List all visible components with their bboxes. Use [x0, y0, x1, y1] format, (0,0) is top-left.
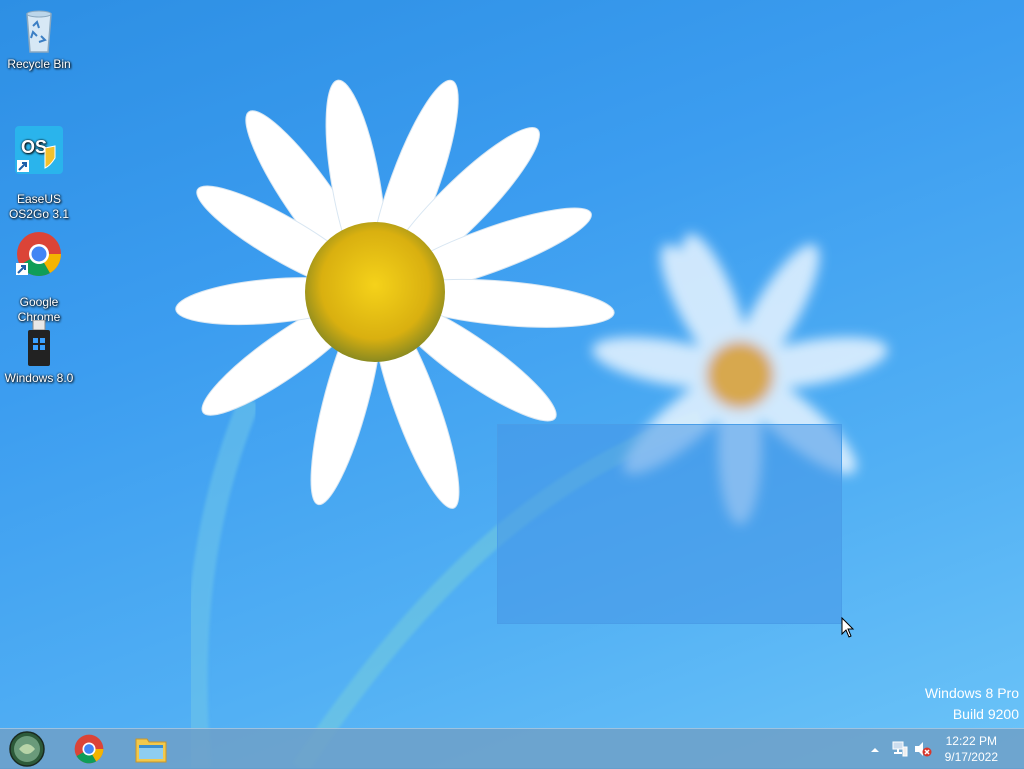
clock-date: 9/17/2022 — [944, 750, 998, 764]
recycle-bin-icon — [26, 10, 52, 53]
selection-rectangle — [497, 424, 842, 624]
desktop-icon-google-chrome[interactable]: Google Chrome — [1, 216, 77, 325]
chrome-icon — [74, 734, 104, 764]
start-orb-icon — [9, 731, 45, 767]
taskbar-chrome-button[interactable] — [64, 731, 114, 767]
desktop-icon-label: Recycle Bin — [7, 57, 71, 71]
desktop-icon-windows-8[interactable]: Windows 8.0 — [1, 320, 77, 386]
chevron-up-icon — [871, 748, 879, 752]
taskbar-clock[interactable]: 12:22 PM 9/17/2022 — [945, 733, 998, 765]
folder-icon — [135, 738, 167, 763]
network-tray-button[interactable] — [892, 741, 908, 762]
start-button[interactable] — [2, 731, 52, 767]
easeus-os2go-icon: OS — [15, 126, 63, 174]
chrome-icon — [16, 232, 61, 276]
watermark-edition: Windows 8 Pro — [924, 685, 1019, 701]
network-icon — [892, 741, 908, 757]
windows-watermark: Windows 8 Pro Build 9200 — [925, 683, 1019, 725]
svg-text:OS: OS — [21, 137, 47, 157]
taskbar: 12:22 PM 9/17/2022 — [0, 728, 1024, 769]
mouse-cursor-icon — [841, 617, 855, 638]
desktop-icon-recycle-bin[interactable]: Recycle Bin — [1, 6, 77, 72]
desktop-icon-easeus-os2go[interactable]: OS EaseUS OS2Go 3.1 — [1, 111, 77, 222]
volume-tray-button[interactable] — [914, 741, 932, 762]
show-hidden-icons-button[interactable] — [870, 742, 880, 760]
desktop-icon-label: Windows 8.0 — [4, 371, 74, 385]
desktop-wallpaper — [175, 79, 888, 768]
volume-muted-icon — [915, 742, 932, 757]
clock-time: 12:22 PM — [945, 734, 997, 748]
windows-usb-icon — [28, 320, 50, 366]
taskbar-file-explorer-button[interactable] — [126, 731, 176, 767]
watermark-build: Build 9200 — [952, 706, 1019, 722]
